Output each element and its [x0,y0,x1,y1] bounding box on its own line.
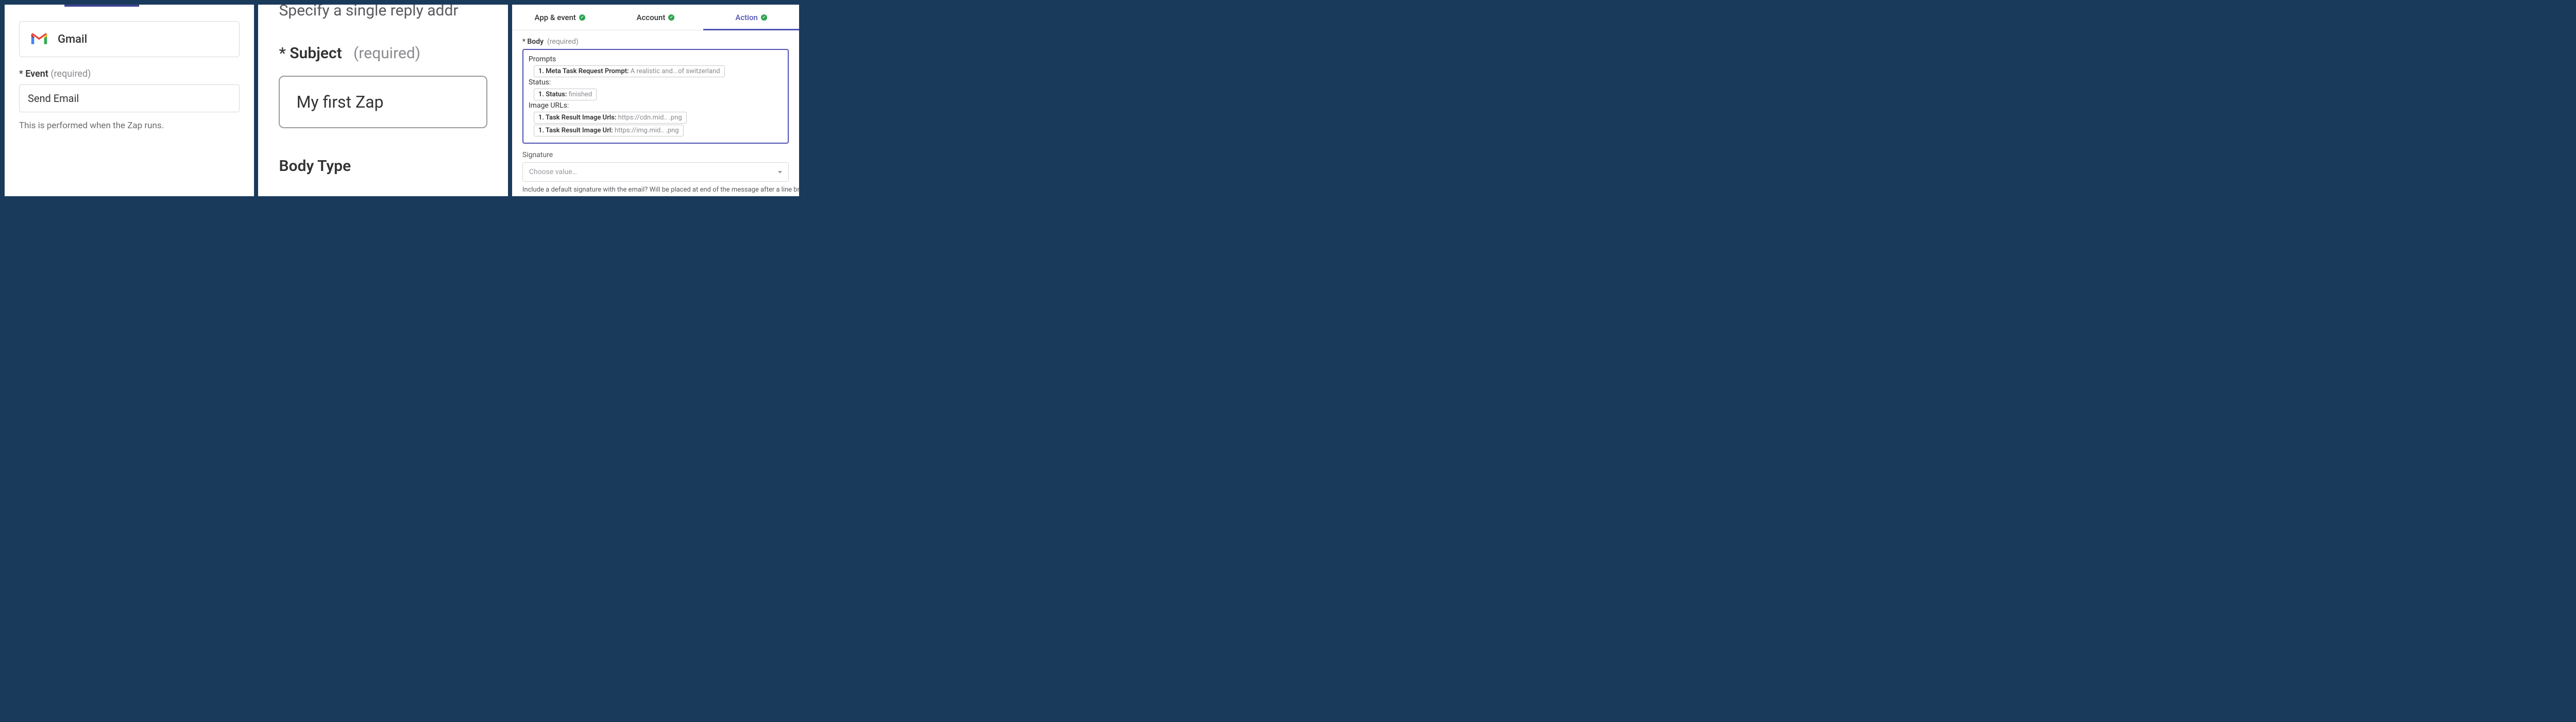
event-select[interactable]: Send Email [19,84,240,112]
event-field-label: * Event (required) [19,68,240,79]
panel-subject: Specify a single reply addr * Subject (r… [258,4,508,197]
status-section-label: Status: [529,78,783,87]
subject-input[interactable]: My first Zap [279,76,487,128]
body-field-label: * Body (required) [522,38,789,46]
active-tab-indicator [64,5,139,7]
panel-gmail-event: Gmail * Event (required) Send Email This… [4,4,255,197]
status-pill[interactable]: 1. Status: finished [534,89,597,100]
prompts-section-label: Prompts [529,55,783,63]
prompt-pill[interactable]: 1. Meta Task Request Prompt: A realistic… [534,65,725,77]
check-icon [579,14,585,21]
image-urls-section-label: Image URLs: [529,101,783,110]
body-type-label: Body Type [279,157,487,175]
tab-app-event[interactable]: App & event [512,5,608,30]
chevron-down-icon [778,171,782,174]
reply-address-text: Specify a single reply addr [279,4,487,20]
signature-label: Signature [522,151,789,159]
body-editor[interactable]: Prompts 1. Meta Task Request Prompt: A r… [522,49,789,144]
check-icon [761,14,767,21]
app-selector[interactable]: Gmail [19,21,240,57]
tab-account[interactable]: Account [608,5,704,30]
signature-select[interactable]: Choose value… [522,162,789,182]
panel-action-config: App & event Account Action * Body (requi… [512,4,800,197]
event-helper-text: This is performed when the Zap runs. [19,121,240,131]
check-icon [668,14,674,21]
gmail-icon [30,32,48,46]
signature-help-text: Include a default signature with the ema… [522,186,789,194]
image-urls-pill[interactable]: 1. Task Result Image Urls: https://cdn.m… [534,112,687,124]
subject-field-label: * Subject (required) [279,44,487,62]
tab-action[interactable]: Action [703,5,799,30]
app-name: Gmail [58,33,87,46]
image-url-pill[interactable]: 1. Task Result Image Url: https://img.mi… [534,125,684,136]
step-tabs: App & event Account Action [512,5,799,30]
